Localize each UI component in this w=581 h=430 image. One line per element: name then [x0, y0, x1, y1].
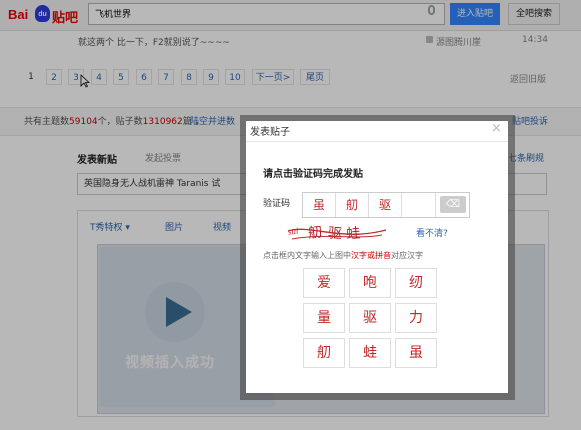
- captcha-image[interactable]: sui 舠 驱 蛙: [286, 220, 390, 244]
- captcha-char-button[interactable]: 纫: [395, 268, 437, 298]
- slot-divider: [435, 193, 436, 217]
- captcha-char-button[interactable]: 咆: [349, 268, 391, 298]
- slot-divider: [401, 193, 402, 217]
- dialog-title: 发表贴子: [250, 127, 290, 138]
- captcha-char-button[interactable]: 驱: [349, 303, 391, 333]
- captcha-answer-slot[interactable]: 虽: [305, 195, 333, 215]
- backspace-icon[interactable]: ⌫: [440, 196, 466, 213]
- captcha-answer-slot[interactable]: [404, 195, 432, 215]
- captcha-char-button[interactable]: 虽: [395, 338, 437, 368]
- captcha-label: 验证码: [263, 199, 291, 209]
- captcha-char-button[interactable]: 量: [303, 303, 345, 333]
- captcha-char: 舠: [307, 224, 323, 241]
- captcha-answer-slot[interactable]: 驱: [371, 195, 399, 215]
- close-icon[interactable]: ×: [491, 121, 502, 136]
- captcha-instruction: 请点击验证码完成发贴: [263, 169, 363, 180]
- dialog-divider: [246, 141, 508, 142]
- captcha-hint: 点击框内文字输入上图中汉字或拼音对应汉字: [263, 251, 423, 260]
- refresh-captcha-link[interactable]: 看不清?: [416, 226, 448, 239]
- captcha-char-button[interactable]: 舠: [303, 338, 345, 368]
- captcha-char-button[interactable]: 爱: [303, 268, 345, 298]
- captcha-char-button[interactable]: 蛙: [349, 338, 391, 368]
- captcha-answer-slot[interactable]: 舠: [338, 195, 366, 215]
- slot-divider: [368, 193, 369, 217]
- slot-divider: [335, 193, 336, 217]
- captcha-char-button[interactable]: 力: [395, 303, 437, 333]
